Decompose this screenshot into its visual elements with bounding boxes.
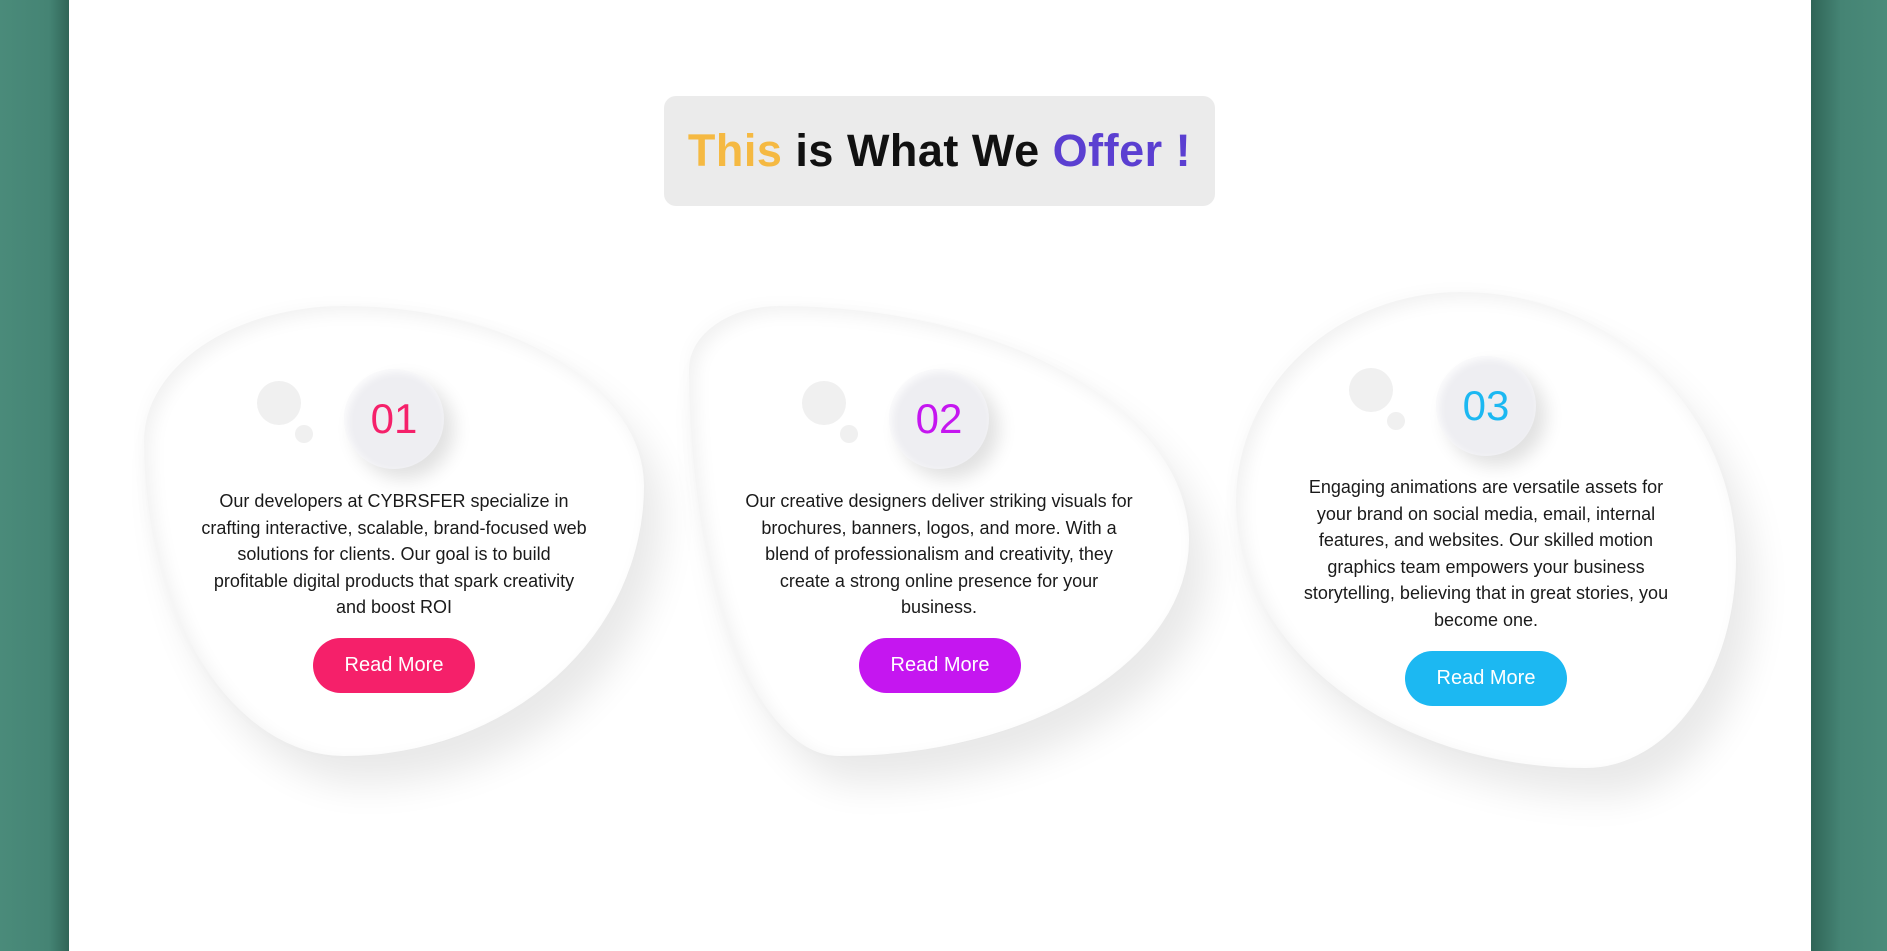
decor-bubble-small [1387, 412, 1405, 430]
decor-bubble-large [1349, 368, 1393, 412]
heading-word-this: This [687, 125, 783, 176]
decor-bubble-large [802, 381, 846, 425]
service-number-badge: 02 [889, 369, 989, 469]
right-background-band [1810, 0, 1887, 951]
service-number-badge: 03 [1436, 356, 1536, 456]
decor-bubble-small [840, 425, 858, 443]
decor-bubble-large [257, 381, 301, 425]
decor-bubble-small [295, 425, 313, 443]
service-number-badge: 01 [344, 369, 444, 469]
service-description: Our developers at CYBRSFER specialize in… [201, 491, 587, 617]
service-description: Engaging animations are versatile assets… [1303, 477, 1669, 630]
read-more-button-graphic-design[interactable]: Read More [859, 638, 1021, 693]
page-content: This is What We Offer ! 01 Our developer… [69, 0, 1811, 951]
read-more-button-web-development[interactable]: Read More [313, 638, 475, 693]
read-more-button-motion-graphics[interactable]: Read More [1405, 651, 1567, 706]
heading-word-middle: is What We [782, 125, 1053, 176]
heading-word-offer: Offer ! [1052, 125, 1192, 176]
section-heading: This is What We Offer ! [664, 96, 1215, 206]
service-description: Our creative designers deliver striking … [745, 491, 1133, 617]
left-background-band [0, 0, 70, 951]
